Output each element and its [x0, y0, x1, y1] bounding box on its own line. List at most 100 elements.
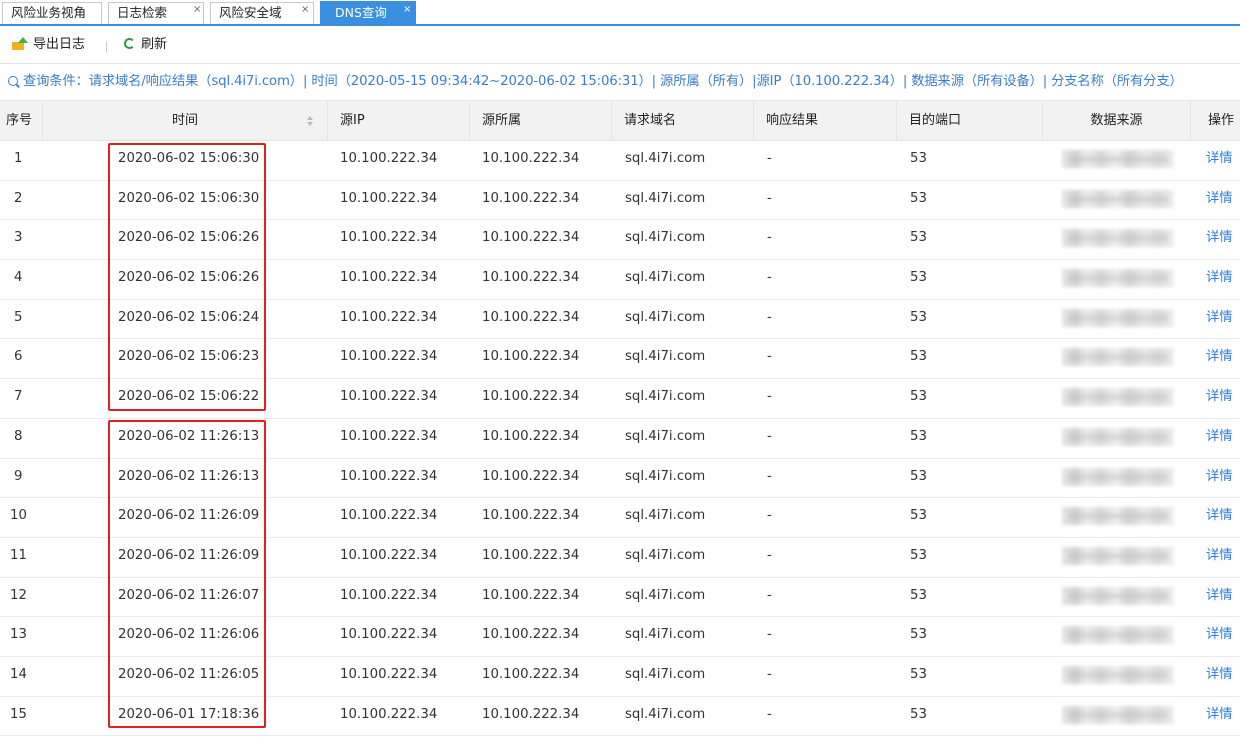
cell-response: -	[767, 547, 772, 563]
details-link[interactable]: 详情	[1206, 697, 1233, 736]
details-link[interactable]: 详情	[1206, 578, 1233, 617]
export-log-label: 导出日志	[33, 37, 86, 52]
export-log-button[interactable]: 导出日志	[12, 36, 85, 54]
column-header-src-owner[interactable]: 源所属	[469, 101, 611, 140]
query-conditions: 查询条件：请求域名/响应结果（sql.4i7i.com）| 时间（2020-05…	[8, 73, 1183, 91]
data-source-redacted	[1062, 467, 1174, 486]
details-link[interactable]: 详情	[1206, 220, 1233, 259]
details-link[interactable]: 详情	[1206, 498, 1233, 537]
cell-src-ip: 10.100.222.34	[340, 706, 438, 722]
cell-src-owner: 10.100.222.34	[482, 349, 580, 365]
data-source-redacted	[1062, 507, 1174, 526]
column-header-domain[interactable]: 请求域名	[611, 101, 753, 140]
cell-domain: sql.4i7i.com	[625, 508, 706, 524]
cell-no: 9	[14, 468, 23, 484]
cell-domain: sql.4i7i.com	[625, 190, 706, 206]
cell-no: 6	[14, 349, 23, 365]
cell-src-ip: 10.100.222.34	[340, 389, 438, 405]
cell-dst-port: 53	[910, 508, 927, 524]
refresh-button[interactable]: 刷新	[124, 36, 167, 54]
details-link[interactable]: 详情	[1206, 419, 1233, 458]
details-link[interactable]: 详情	[1206, 339, 1233, 378]
data-source-redacted	[1062, 229, 1174, 248]
cell-src-ip: 10.100.222.34	[340, 230, 438, 246]
details-link[interactable]: 详情	[1206, 617, 1233, 656]
cell-src-owner: 10.100.222.34	[482, 428, 580, 444]
cell-src-owner: 10.100.222.34	[482, 230, 580, 246]
cell-no: 2	[14, 190, 23, 206]
cell-response: -	[767, 627, 772, 643]
cell-src-owner: 10.100.222.34	[482, 151, 580, 166]
column-header-time[interactable]: 时间	[42, 101, 327, 140]
cell-src-ip: 10.100.222.34	[340, 547, 438, 563]
cell-domain: sql.4i7i.com	[625, 468, 706, 484]
cell-src-ip: 10.100.222.34	[340, 151, 438, 166]
cell-src-owner: 10.100.222.34	[482, 508, 580, 524]
cell-src-owner: 10.100.222.34	[482, 389, 580, 405]
tab-risk-business-view[interactable]: 风险业务视角	[2, 2, 102, 24]
column-header-dst-port[interactable]: 目的端口	[896, 101, 1042, 140]
toolbar: 导出日志 刷新	[0, 27, 1240, 64]
cell-response: -	[767, 508, 772, 524]
column-header-data-source[interactable]: 数据来源	[1042, 101, 1190, 140]
cell-no: 11	[10, 547, 27, 563]
cell-dst-port: 53	[910, 627, 927, 643]
tab-log-search[interactable]: 日志检索 ×	[108, 2, 204, 24]
cell-src-owner: 10.100.222.34	[482, 587, 580, 603]
details-link[interactable]: 详情	[1206, 300, 1233, 339]
cell-src-ip: 10.100.222.34	[340, 666, 438, 682]
sort-icon[interactable]	[307, 116, 313, 126]
cell-response: -	[767, 190, 772, 206]
close-icon[interactable]: ×	[193, 0, 201, 20]
cell-domain: sql.4i7i.com	[625, 389, 706, 405]
column-header-response[interactable]: 响应结果	[753, 101, 896, 140]
cell-response: -	[767, 468, 772, 484]
cell-dst-port: 53	[910, 190, 927, 206]
highlight-box-earlier	[108, 420, 266, 728]
cell-dst-port: 53	[910, 428, 927, 444]
cell-response: -	[767, 666, 772, 682]
cell-src-owner: 10.100.222.34	[482, 309, 580, 325]
details-link[interactable]: 详情	[1206, 459, 1233, 498]
cell-domain: sql.4i7i.com	[625, 151, 706, 166]
column-header-src-ip[interactable]: 源IP	[327, 101, 469, 140]
column-header-label: 时间	[171, 113, 198, 128]
details-link[interactable]: 详情	[1206, 141, 1233, 180]
close-icon[interactable]: ×	[403, 0, 411, 21]
tab-risk-security-domain[interactable]: 风险安全域 ×	[210, 2, 314, 24]
cell-response: -	[767, 349, 772, 365]
column-header-no[interactable]: 序号	[0, 101, 42, 140]
cell-dst-port: 53	[910, 706, 927, 722]
cell-response: -	[767, 309, 772, 325]
tab-label: 风险业务视角	[11, 5, 87, 20]
tab-dns-query[interactable]: DNS查询 ×	[320, 1, 416, 25]
details-link[interactable]: 详情	[1206, 538, 1233, 577]
details-link[interactable]: 详情	[1206, 260, 1233, 299]
data-source-redacted	[1062, 269, 1174, 288]
close-icon[interactable]: ×	[301, 0, 309, 20]
column-header-action[interactable]: 操作	[1190, 101, 1240, 140]
data-source-redacted	[1062, 546, 1174, 565]
details-link[interactable]: 详情	[1206, 181, 1233, 220]
cell-domain: sql.4i7i.com	[625, 547, 706, 563]
data-source-redacted	[1062, 626, 1174, 645]
cell-dst-port: 53	[910, 151, 927, 166]
cell-src-owner: 10.100.222.34	[482, 627, 580, 643]
cell-dst-port: 53	[910, 547, 927, 563]
cell-domain: sql.4i7i.com	[625, 270, 706, 286]
cell-no: 14	[10, 666, 27, 682]
cell-src-ip: 10.100.222.34	[340, 309, 438, 325]
cell-src-ip: 10.100.222.34	[340, 587, 438, 603]
tab-label: 风险安全域	[219, 5, 282, 20]
export-icon	[12, 37, 28, 50]
data-source-redacted	[1062, 308, 1174, 327]
cell-dst-port: 53	[910, 230, 927, 246]
cell-src-owner: 10.100.222.34	[482, 706, 580, 722]
details-link[interactable]: 详情	[1206, 379, 1233, 418]
cell-no: 10	[10, 508, 27, 524]
cell-no: 3	[14, 230, 23, 246]
details-link[interactable]: 详情	[1206, 657, 1233, 696]
cell-dst-port: 53	[910, 666, 927, 682]
cell-src-ip: 10.100.222.34	[340, 349, 438, 365]
data-source-redacted	[1062, 189, 1174, 208]
